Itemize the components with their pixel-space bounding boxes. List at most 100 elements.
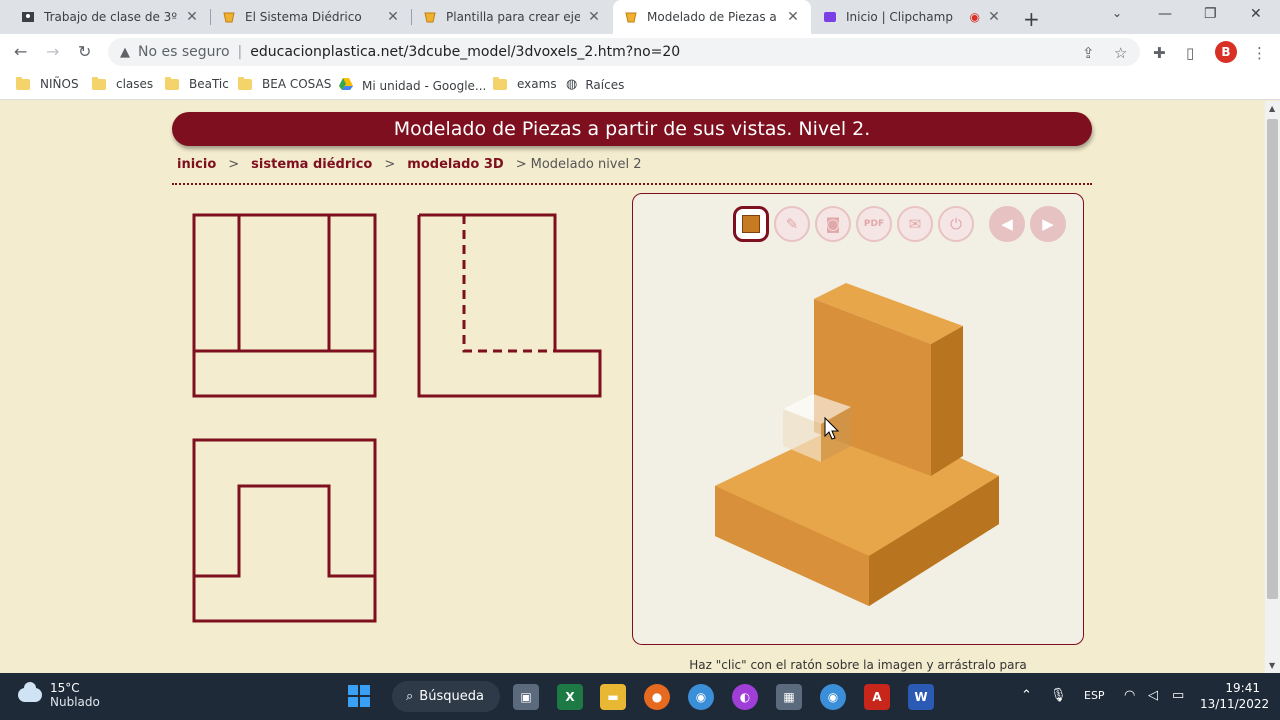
page-title: Modelado de Piezas a partir de sus vista… (172, 112, 1092, 146)
tab-sistema-diedrico[interactable]: El Sistema Diédrico ✕ (211, 0, 411, 34)
language-indicator[interactable]: ESP (1084, 689, 1105, 702)
front-view (192, 213, 377, 398)
breadcrumb-separator: > (515, 157, 527, 172)
classroom-icon (20, 9, 36, 25)
tab-trabajo-de-clase[interactable]: Trabajo de clase de 3ºD T ✕ (10, 0, 210, 34)
taskbar-search[interactable]: ⌕ Búsqueda (392, 681, 500, 712)
restore-icon[interactable]: ❐ (1204, 6, 1217, 22)
folder-icon (16, 76, 30, 90)
security-label[interactable]: No es seguro (138, 44, 230, 60)
address-bar[interactable]: ▲ No es seguro | educacionplastica.net/3… (108, 38, 1140, 66)
volume-icon[interactable]: ◁ (1148, 688, 1158, 703)
folder-icon (92, 76, 106, 90)
scroll-down-icon[interactable]: ▼ (1269, 661, 1275, 670)
side-view (417, 213, 602, 398)
breadcrumb-current: Modelado nivel 2 (530, 157, 642, 172)
folder-icon (165, 76, 179, 90)
breadcrumb-home-link[interactable]: inicio (177, 157, 216, 172)
firefox-icon[interactable]: ● (644, 684, 670, 710)
site-logo-icon (623, 9, 639, 25)
breadcrumb-sistema-link[interactable]: sistema diédrico (251, 157, 372, 172)
site-logo-icon (221, 9, 237, 25)
bookmark-raices[interactable]: ◍ Raíces (566, 77, 624, 92)
minimize-icon[interactable]: — (1158, 6, 1172, 22)
excel-icon[interactable]: X (557, 684, 583, 710)
search-icon: ⌕ (406, 689, 414, 704)
extensions-icon[interactable]: ✚ (1153, 44, 1166, 62)
search-label: Búsqueda (419, 689, 484, 704)
scrollbar-thumb[interactable] (1267, 119, 1278, 599)
close-icon[interactable]: ✕ (986, 9, 1002, 25)
mask-app-icon[interactable]: ◐ (732, 684, 758, 710)
word-icon[interactable]: W (908, 684, 934, 710)
new-tab-icon[interactable]: + (1023, 7, 1040, 31)
bookmarks-bar: NIÑOS clases BeaTic BEA COSAS Mi unidad … (0, 70, 1280, 100)
calculator-icon[interactable]: ▦ (776, 684, 802, 710)
tab-title: Modelado de Piezas a pa (647, 10, 779, 24)
bookmark-star-icon[interactable]: ☆ (1114, 44, 1127, 62)
divider: | (237, 44, 243, 60)
temperature: 15°C (50, 681, 80, 695)
3d-model-viewer[interactable]: ✎ ◙ PDF ✉ ⏻ ◀ ▶ (632, 193, 1084, 645)
forward-icon[interactable]: → (46, 42, 59, 61)
page-content: Modelado de Piezas a partir de sus vista… (0, 101, 1265, 673)
battery-icon[interactable]: ▭ (1172, 688, 1184, 703)
page-scrollbar[interactable]: ▲ ▼ (1265, 101, 1280, 673)
tab-clipchamp[interactable]: Inicio | Clipchamp ◉ ✕ (812, 0, 1012, 34)
breadcrumb: inicio > sistema diédrico > modelado 3D … (177, 157, 642, 172)
tab-title: Inicio | Clipchamp (846, 10, 953, 24)
front-view-outline (192, 213, 377, 398)
bookmark-beatic[interactable]: BeaTic (165, 76, 229, 91)
orthographic-views (192, 213, 602, 623)
top-view (192, 438, 377, 623)
warning-icon[interactable]: ▲ (120, 45, 130, 60)
bookmark-exams[interactable]: exams (493, 76, 557, 91)
clock[interactable]: 19:41 13/11/2022 (1200, 680, 1270, 712)
menu-icon[interactable]: ⋮ (1252, 44, 1267, 62)
file-explorer-icon[interactable]: ▬ (600, 684, 626, 710)
dotted-divider (172, 183, 1092, 185)
tab-strip: Trabajo de clase de 3ºD T ✕ El Sistema D… (0, 0, 1280, 34)
viewer-caption: Haz "clic" con el ratón sobre la imagen … (689, 658, 1027, 672)
clock-time: 19:41 (1225, 681, 1260, 695)
wifi-icon[interactable]: ◠ (1124, 688, 1135, 703)
tab-search-icon[interactable]: ⌄ (1112, 6, 1122, 20)
breadcrumb-separator: > (228, 157, 240, 172)
side-panel-icon[interactable]: ▯ (1186, 44, 1194, 62)
chrome-icon[interactable]: ◉ (688, 684, 714, 710)
task-view-icon[interactable]: ▣ (513, 684, 539, 710)
tray-chevron-icon[interactable]: ⌃ (1021, 688, 1032, 703)
tab-title: Plantilla para crear ejercic (446, 10, 580, 24)
window-close-icon[interactable]: ✕ (1250, 6, 1262, 22)
bookmark-ninos[interactable]: NIÑOS (16, 76, 79, 91)
scroll-up-icon[interactable]: ▲ (1269, 104, 1275, 113)
close-icon[interactable]: ✕ (785, 9, 801, 25)
google-drive-icon (338, 77, 354, 94)
reload-icon[interactable]: ↻ (78, 42, 91, 61)
close-icon[interactable]: ✕ (586, 9, 602, 25)
3d-model[interactable] (633, 194, 1085, 646)
side-view-outline (417, 213, 602, 398)
tab-modelado-piezas[interactable]: Modelado de Piezas a pa ✕ (613, 0, 811, 34)
profile-avatar[interactable]: B (1215, 41, 1237, 63)
clock-date: 13/11/2022 (1200, 697, 1270, 711)
close-icon[interactable]: ✕ (184, 9, 200, 25)
tab-plantilla[interactable]: Plantilla para crear ejercic ✕ (412, 0, 612, 34)
weather-widget[interactable]: 15°C Nublado (18, 681, 100, 709)
bookmark-bea-cosas[interactable]: BEA COSAS (238, 76, 331, 91)
windows-start-icon[interactable] (348, 685, 370, 707)
recording-icon: ◉ (969, 10, 980, 24)
close-icon[interactable]: ✕ (385, 9, 401, 25)
microphone-icon[interactable]: 🎙 (1050, 688, 1067, 703)
taskbar: 15°C Nublado ⌕ Búsqueda ▣ X ▬ ● ◉ ◐ ▦ ◉ … (0, 673, 1280, 720)
breadcrumb-modelado-link[interactable]: modelado 3D (407, 157, 503, 172)
url-text[interactable]: educacionplastica.net/3dcube_model/3dvox… (250, 44, 680, 60)
chrome-profile-icon[interactable]: ◉ (820, 684, 846, 710)
acrobat-icon[interactable]: A (864, 684, 890, 710)
bookmark-clases[interactable]: clases (92, 76, 153, 91)
top-view-line (194, 484, 375, 578)
share-icon[interactable]: ⇪ (1082, 44, 1095, 62)
weather-label: Nublado (50, 695, 100, 709)
back-icon[interactable]: ← (14, 42, 27, 61)
bookmark-mi-unidad[interactable]: Mi unidad - Google... (338, 77, 486, 94)
